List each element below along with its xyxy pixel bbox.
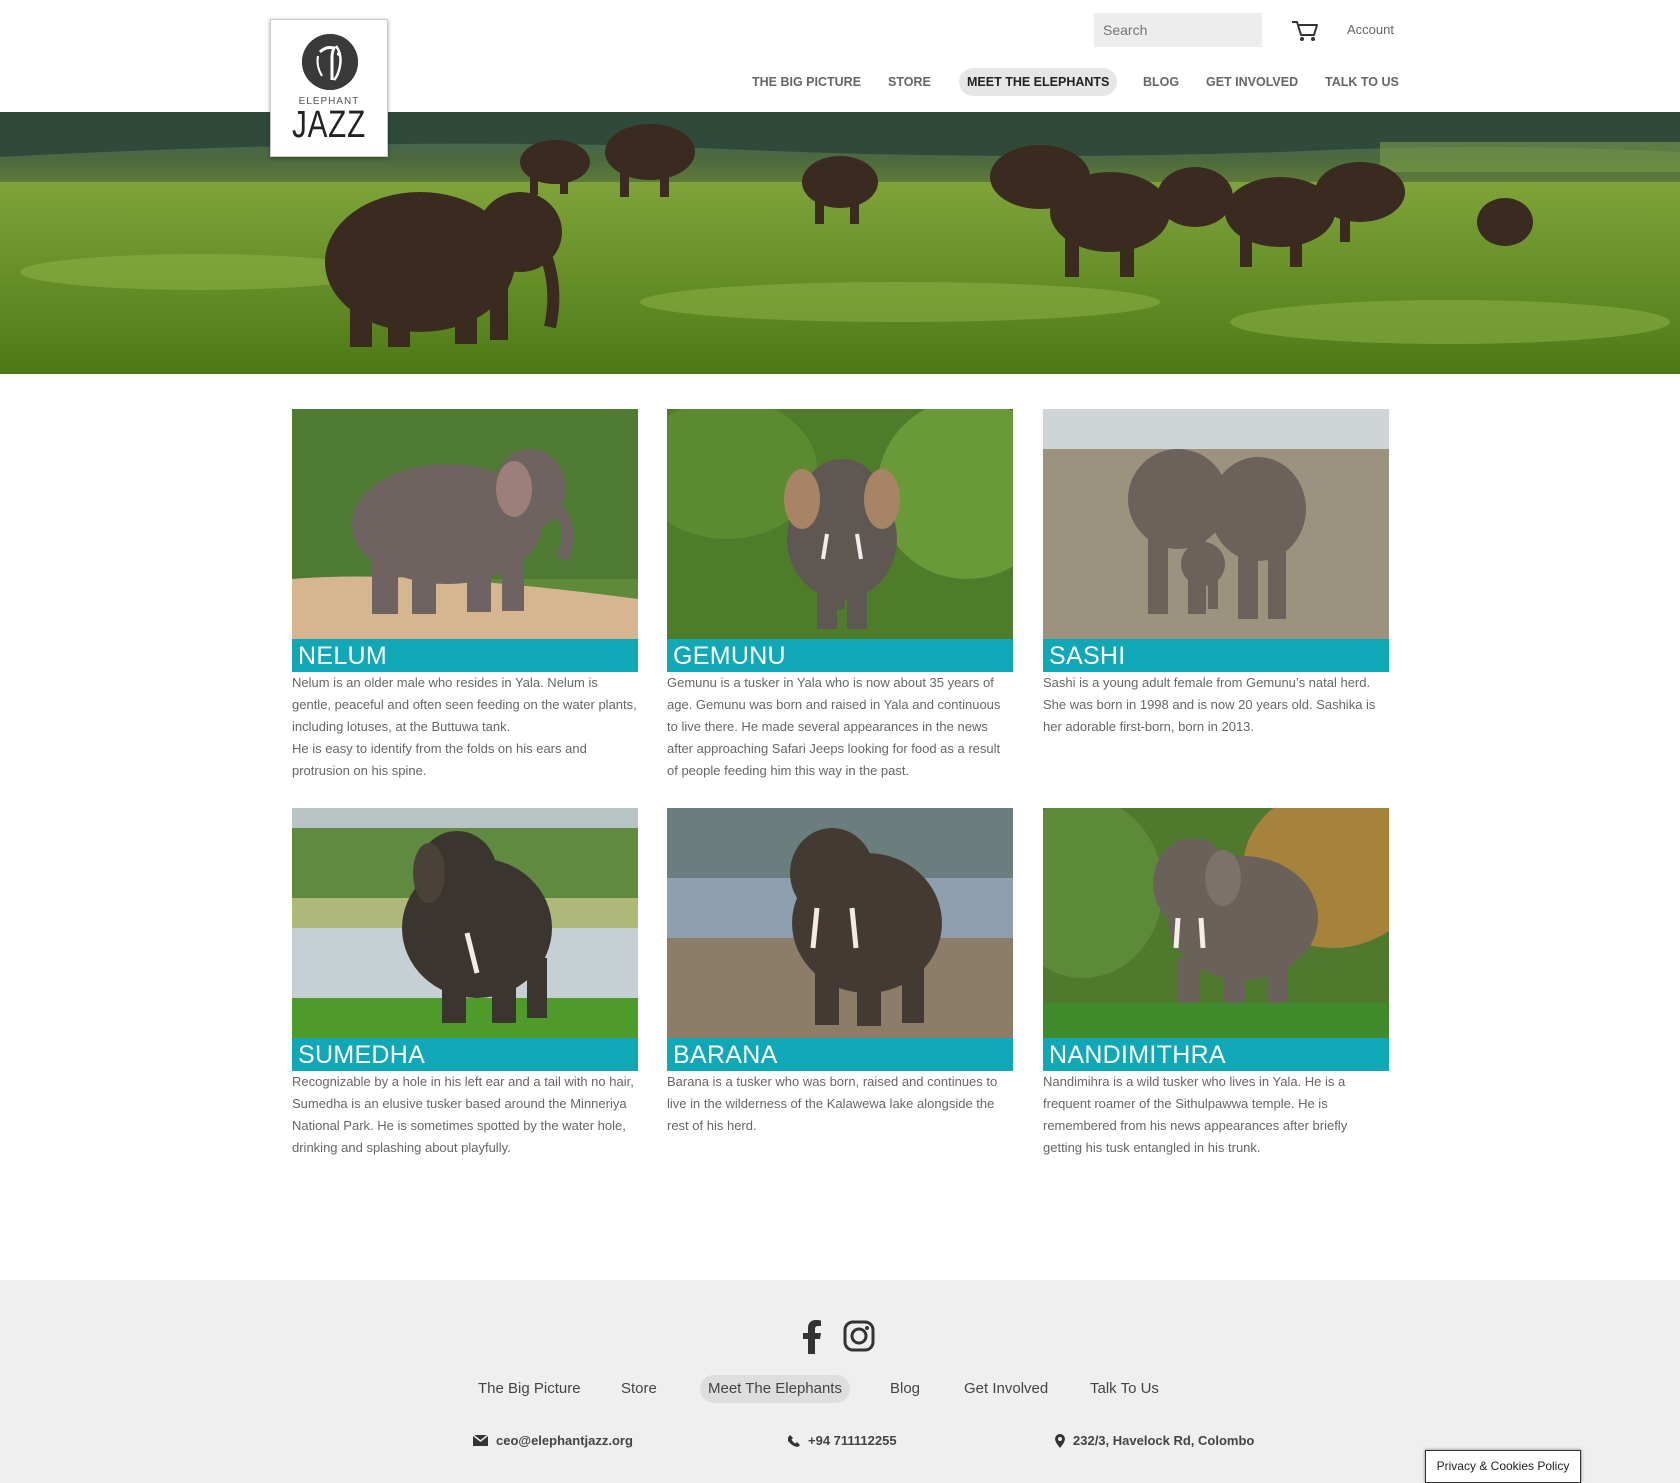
elephant-name: BARANA	[673, 1041, 778, 1069]
elephant-description: Barana is a tusker who was born, raised …	[667, 1074, 998, 1133]
elephant-name: SASHI	[1049, 642, 1126, 670]
elephant-description: Recognizable by a hole in his left ear a…	[292, 1074, 634, 1155]
nav-the-big-picture[interactable]: THE BIG PICTURE	[752, 68, 861, 96]
footer-nav-talk-to-us[interactable]: Talk To Us	[1090, 1375, 1159, 1403]
phone-icon	[788, 1434, 800, 1447]
logo-title: JAZZ	[292, 104, 366, 146]
footer-nav-store[interactable]: Store	[621, 1375, 657, 1403]
nav-blog[interactable]: BLOG	[1143, 68, 1179, 96]
elephant-photo-sumedha	[292, 808, 638, 1038]
hero-banner-image	[0, 112, 1680, 374]
elephant-photo-nandimithra	[1043, 808, 1389, 1038]
nav-talk-to-us[interactable]: TALK TO US	[1325, 68, 1399, 96]
nav-store[interactable]: STORE	[888, 68, 931, 96]
facebook-icon[interactable]	[802, 1320, 822, 1354]
elephant-description: Sashi is a young adult female from Gemun…	[1043, 675, 1376, 734]
footer-nav-the-big-picture[interactable]: The Big Picture	[478, 1375, 581, 1403]
map-pin-icon	[1055, 1433, 1065, 1448]
elephant-description: Nandimihra is a wild tusker who lives in…	[1043, 1074, 1348, 1155]
account-link[interactable]: Account	[1347, 22, 1394, 37]
elephant-photo-gemunu	[667, 409, 1013, 639]
elephant-photo-nelum	[292, 409, 638, 639]
footer-phone[interactable]: +94 711112255	[788, 1433, 897, 1448]
site-logo[interactable]: ELEPHANT JAZZ	[270, 19, 388, 157]
envelope-icon	[473, 1435, 488, 1446]
search-input[interactable]	[1094, 13, 1262, 47]
elephant-description: Gemunu is a tusker in Yala who is now ab…	[667, 675, 1001, 778]
elephant-name: SUMEDHA	[298, 1041, 426, 1069]
instagram-icon[interactable]	[843, 1320, 875, 1352]
elephant-name: NELUM	[298, 642, 388, 670]
elephant-name: NANDIMITHRA	[1049, 1041, 1226, 1069]
elephant-logo-icon	[302, 34, 358, 90]
footer-email[interactable]: ceo@elephantjazz.org	[473, 1433, 633, 1448]
elephant-photo-sashi	[1043, 409, 1389, 639]
elephant-photo-barana	[667, 808, 1013, 1038]
elephant-description: Nelum is an older male who resides in Ya…	[292, 675, 637, 778]
nav-get-involved[interactable]: GET INVOLVED	[1206, 68, 1298, 96]
footer-nav-meet-the-elephants[interactable]: Meet The Elephants	[700, 1375, 850, 1403]
shopping-cart-icon[interactable]	[1291, 19, 1319, 43]
footer-nav-blog[interactable]: Blog	[890, 1375, 920, 1403]
privacy-cookies-button[interactable]: Privacy & Cookies Policy	[1425, 1450, 1581, 1483]
site-header: ELEPHANT JAZZ Account THE BIG PICTURE ST…	[0, 0, 1680, 157]
elephant-name: GEMUNU	[673, 642, 786, 670]
footer-nav-get-involved[interactable]: Get Involved	[964, 1375, 1048, 1403]
footer-address[interactable]: 232/3, Havelock Rd, Colombo	[1055, 1433, 1254, 1448]
nav-meet-the-elephants[interactable]: MEET THE ELEPHANTS	[959, 68, 1118, 96]
